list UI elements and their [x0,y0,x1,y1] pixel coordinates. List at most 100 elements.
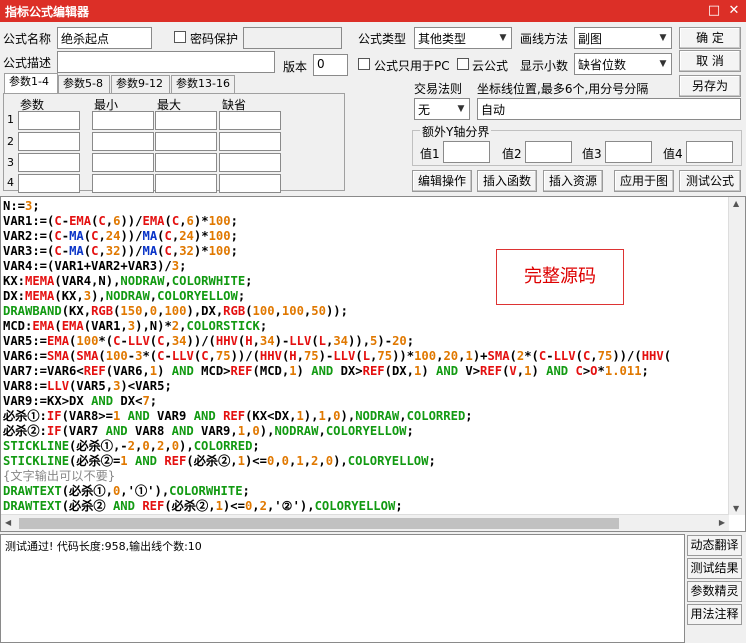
code-token: , [399,409,407,423]
code-token: SMA [47,349,70,363]
value3-input[interactable] [605,141,652,163]
code-token: , [105,214,114,228]
cloud-checkbox[interactable] [457,58,469,70]
apply-to-chart-button[interactable]: 应用于图 [614,170,674,192]
code-token: 1 [289,364,297,378]
code-token: LLV [333,349,356,363]
param-wizard-button[interactable]: 参数精灵 [687,581,742,602]
usage-notes-button[interactable]: 用法注释 [687,604,742,625]
code-line: STICKLINE(必杀①,-2,0,2,0),COLORRED; [3,439,671,454]
param-max-cell[interactable] [155,111,217,130]
pc-only-checkbox[interactable] [358,58,370,70]
code-token: ))/( [230,349,260,363]
draw-method-select[interactable]: 副图 ▼ [574,27,672,49]
code-token: LLV [47,379,70,393]
code-token: (必杀①, [61,484,113,498]
param-name-cell[interactable] [18,111,80,130]
close-icon[interactable]: ✕ [725,2,743,20]
code-token: ),N)* [135,319,172,333]
code-token: ))* [392,349,415,363]
tab-params-1-4[interactable]: 参数1-4 [4,73,58,94]
code-token: VAR9 [149,409,194,423]
code-token: VAR9, [193,424,238,438]
param-min-cell[interactable] [92,153,154,172]
param-name-cell[interactable] [18,174,80,193]
param-default-cell[interactable] [219,132,281,151]
code-token: ))/ [120,229,143,243]
code-token: MCD> [193,364,231,378]
code-token: DX: [3,289,26,303]
param-default-cell[interactable] [219,153,281,172]
decimal-select[interactable]: 缺省位数 ▼ [574,53,672,75]
vertical-scrollbar[interactable]: ▲ ▼ [728,197,745,515]
code-line: VAR2:=(C-MA(C,24))/MA(C,24)*100; [3,229,671,244]
test-result-button[interactable]: 测试结果 [687,558,742,579]
password-checkbox[interactable] [174,31,186,43]
code-token: ,'①'), [120,484,170,498]
param-min-cell[interactable] [92,111,154,130]
code-token: C [54,244,62,258]
formula-name-input[interactable]: 绝杀起点 [57,27,152,49]
edit-operation-button[interactable]: 编辑操作 [412,170,472,192]
dynamic-translate-button[interactable]: 动态翻译 [687,535,742,556]
code-token: COLORRED [193,439,253,453]
param-max-cell[interactable] [155,132,217,151]
trade-rule-select[interactable]: 无 ▼ [414,98,470,120]
code-token: DX< [113,394,143,408]
value1-input[interactable] [443,141,490,163]
scroll-left-icon[interactable]: ◀ [5,518,11,527]
code-token: )), [348,334,371,348]
param-name-cell[interactable] [18,132,80,151]
code-token: - [164,349,172,363]
param-min-cell[interactable] [92,174,154,193]
tab-params-13-16[interactable]: 参数13-16 [171,75,235,93]
code-token: MA [69,229,84,243]
code-token: ( [157,244,165,258]
value4-input[interactable] [686,141,733,163]
code-token: 2 [127,439,135,453]
ok-button[interactable]: 确 定 [679,27,741,49]
code-token: ( [663,349,672,363]
code-token: (KX, [54,289,84,303]
code-token: 24 [105,229,121,243]
scroll-down-icon[interactable]: ▼ [733,504,739,513]
insert-resource-button[interactable]: 插入资源 [543,170,603,192]
param-max-cell[interactable] [155,153,217,172]
scroll-up-icon[interactable]: ▲ [733,199,739,208]
save-as-button[interactable]: 另存为 [679,75,741,97]
param-default-cell[interactable] [219,174,281,193]
tab-params-9-12[interactable]: 参数9-12 [111,75,170,93]
tab-params-5-8[interactable]: 参数5-8 [58,75,110,93]
code-editor[interactable]: N:=3; VAR1:=(C-EMA(C,6))/EMA(C,6)*100; VAR… [0,196,746,532]
code-token: ; [428,454,436,468]
title-bar: 指标公式编辑器 □ ✕ [0,0,746,22]
code-token: COLORSTICK [186,319,260,333]
code-token: (VAR7 [61,424,106,438]
cancel-button[interactable]: 取 消 [679,50,741,72]
code-token: )* [193,214,209,228]
code-token: ( [164,214,172,228]
value2-input[interactable] [525,141,572,163]
code-token: EMA [47,334,70,348]
coord-label: 坐标线位置,最多6个,用分号分隔 [477,82,649,96]
code-token: AND [193,409,216,423]
formula-desc-input[interactable] [57,51,275,73]
param-default-cell[interactable] [219,111,281,130]
restore-icon[interactable]: □ [705,2,723,20]
code-token: ; [242,484,250,498]
coord-input[interactable]: 自动 [477,98,741,120]
scroll-right-icon[interactable]: ▶ [719,518,725,527]
horizontal-scrollbar[interactable]: ◀ ▶ [1,514,729,531]
param-name-cell[interactable] [18,153,80,172]
insert-function-button[interactable]: 插入函数 [477,170,537,192]
code-token: VAR6:= [3,349,48,363]
param-min-cell[interactable] [92,132,154,151]
test-formula-button[interactable]: 测试公式 [679,170,741,192]
version-input[interactable]: 0 [313,54,348,76]
code-line: VAR8:=LLV(VAR5,3)<VAR5; [3,379,671,394]
password-input[interactable] [243,27,342,49]
formula-type-select[interactable]: 其他类型 ▼ [414,27,512,49]
param-max-cell[interactable] [155,174,217,193]
horizontal-scroll-thumb[interactable] [19,518,619,529]
